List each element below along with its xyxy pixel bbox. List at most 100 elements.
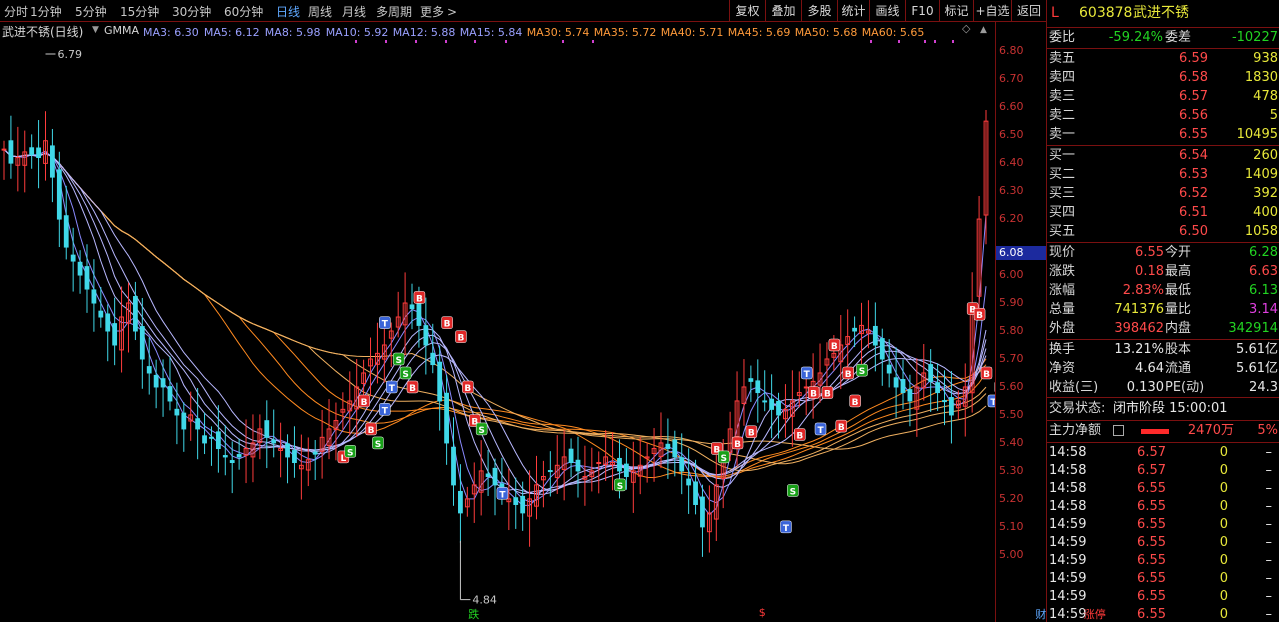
bids-row[interactable]: 买三 6.52 392 [1047, 185, 1279, 203]
ma-legend-11: MA60: 5.65 [861, 26, 925, 39]
ma-legend-6: MA30: 5.74 [526, 26, 590, 39]
candle [215, 431, 221, 450]
period-tab-monthly[interactable]: 月线 [342, 3, 366, 20]
stat-label: 流通 [1165, 361, 1192, 376]
tick-time: 14:58 [1049, 463, 1087, 478]
indicator-name[interactable]: GMMA [104, 24, 139, 37]
f10-button[interactable]: F10 [905, 0, 939, 22]
bids-row[interactable]: 买二 6.53 1409 [1047, 166, 1279, 184]
price-tick: 5.50 [999, 407, 1024, 421]
current-price-label: 6.08 [996, 245, 1046, 260]
period-tab-weekly[interactable]: 周线 [308, 3, 332, 20]
signal-badge-text: B [852, 398, 859, 408]
price-tick: 6.40 [999, 156, 1024, 170]
chevron-down-icon[interactable]: ▼ [92, 25, 99, 35]
event-marker[interactable]: 涨停 [1084, 606, 1106, 622]
candle [665, 443, 671, 450]
stat-value: 5.61亿 [1236, 342, 1278, 357]
bids-row[interactable]: 买四 6.51 400 [1047, 204, 1279, 222]
candle [209, 436, 214, 439]
asks-row[interactable]: 卖三 6.57 478 [1047, 88, 1279, 106]
stat-value: 3.14 [1249, 302, 1278, 317]
weicha-value: -10227 [1231, 30, 1278, 45]
candle [229, 460, 235, 464]
back-button[interactable]: 返回 [1011, 0, 1046, 22]
asks-price: 6.56 [1179, 108, 1208, 123]
signal-badge-text: T [382, 406, 389, 416]
price-tick: 5.90 [999, 296, 1024, 310]
chevron-right-icon: > [447, 5, 458, 19]
price-tick: 6.20 [999, 212, 1024, 226]
period-tab-30min[interactable]: 30分钟 [172, 3, 211, 20]
stat-value: 13.21% [1114, 342, 1164, 357]
asks-row[interactable]: 卖二 6.56 5 [1047, 107, 1279, 125]
chevron-up-icon[interactable]: ▲ [980, 25, 987, 35]
stock-code: 603878 [1079, 5, 1133, 21]
bids-row[interactable]: 买五 6.50 1058 [1047, 223, 1279, 241]
signal-badge-text: T [389, 384, 396, 394]
event-marker[interactable]: $ [759, 606, 766, 619]
signal-badge-text: B [464, 384, 471, 394]
tick-row: 14:59 6.55 0 – [1047, 588, 1279, 606]
period-tab-multi[interactable]: 多周期 [376, 3, 412, 20]
price-tick: 5.80 [999, 324, 1024, 337]
signal-badge-text: T [804, 370, 811, 380]
trend-dot-marker [415, 40, 417, 43]
price-tick: 5.60 [999, 379, 1024, 393]
stat-value: 2.83% [1122, 283, 1164, 298]
stat-row: 净资 4.64 流通 5.61亿 [1047, 360, 1279, 378]
tick-price: 6.55 [1137, 499, 1166, 514]
add-watchlist-button[interactable]: +自选 [973, 0, 1011, 22]
period-tab-1min[interactable]: 1分钟 [30, 3, 62, 20]
draw-line-button[interactable]: 画线 [869, 0, 905, 22]
stat-row: 涨跌 0.18 最高 6.63 [1047, 263, 1279, 281]
overlay-button[interactable]: 叠加 [765, 0, 801, 22]
candle [195, 418, 201, 430]
candle [202, 435, 207, 444]
candle [547, 470, 553, 473]
asks-price: 6.58 [1179, 70, 1208, 85]
asks-row[interactable]: 卖一 6.55 10495 [1047, 126, 1279, 144]
kline-chart[interactable]: 6.794.84BBTSBBSSBTTLSBBBSTSBSBBTSBTBTBBB… [0, 40, 995, 622]
price-axis: 6.80 6.70 6.60 6.50 6.40 6.30 6.20 6.08 6.00 5.90… [995, 22, 1046, 622]
asks-label: 卖二 [1049, 108, 1076, 123]
tick-volume: 0 [1219, 607, 1228, 622]
tick-time: 14:59 [1049, 571, 1087, 586]
period-tab-daily[interactable]: 日线 [276, 3, 300, 20]
asks-price: 6.55 [1179, 127, 1208, 142]
weicha-label: 委差 [1165, 30, 1192, 45]
tick-row: 14:59 6.55 0 – [1047, 516, 1279, 534]
ma-legend-0: MA3: 6.30 [143, 26, 199, 39]
event-marker[interactable]: 财 [1035, 606, 1046, 622]
event-marker[interactable]: 跌 [468, 606, 479, 622]
signal-badge-text: B [845, 370, 852, 380]
mark-button[interactable]: 标记 [939, 0, 973, 22]
period-tab-fenshi[interactable]: 分时 [4, 3, 28, 20]
candle [672, 439, 678, 458]
signal-badge-text: B [976, 311, 983, 321]
stats-button[interactable]: 统计 [837, 0, 869, 22]
period-tab-60min[interactable]: 60分钟 [224, 3, 263, 20]
fuquan-button[interactable]: 复权 [729, 0, 765, 22]
bids-price: 6.50 [1179, 224, 1208, 239]
settings-diamond-icon[interactable]: ◇ [962, 22, 970, 35]
period-tab-more[interactable]: 更多 > [420, 3, 457, 20]
multi-stock-button[interactable]: 多股 [801, 0, 837, 22]
signal-badge-text: S [402, 370, 408, 380]
bids-row[interactable]: 买一 6.54 260 [1047, 147, 1279, 165]
tick-volume: 0 [1219, 571, 1228, 586]
tick-direction: – [1265, 607, 1273, 622]
signal-badge-text: B [457, 334, 464, 344]
signal-badge-text: T [382, 320, 389, 330]
candle [886, 364, 892, 374]
asks-row[interactable]: 卖五 6.59 938 [1047, 50, 1279, 68]
asks-row[interactable]: 卖四 6.58 1830 [1047, 69, 1279, 87]
stat-value: 0.130 [1126, 380, 1164, 395]
period-tab-15min[interactable]: 15分钟 [120, 3, 159, 20]
trend-dot-marker [924, 40, 926, 43]
candle [568, 448, 574, 464]
netflow-menu-icon[interactable] [1113, 425, 1124, 436]
bids-volume: 1058 [1244, 224, 1278, 239]
ma-legend-9: MA45: 5.69 [727, 26, 791, 39]
period-tab-5min[interactable]: 5分钟 [75, 3, 107, 20]
